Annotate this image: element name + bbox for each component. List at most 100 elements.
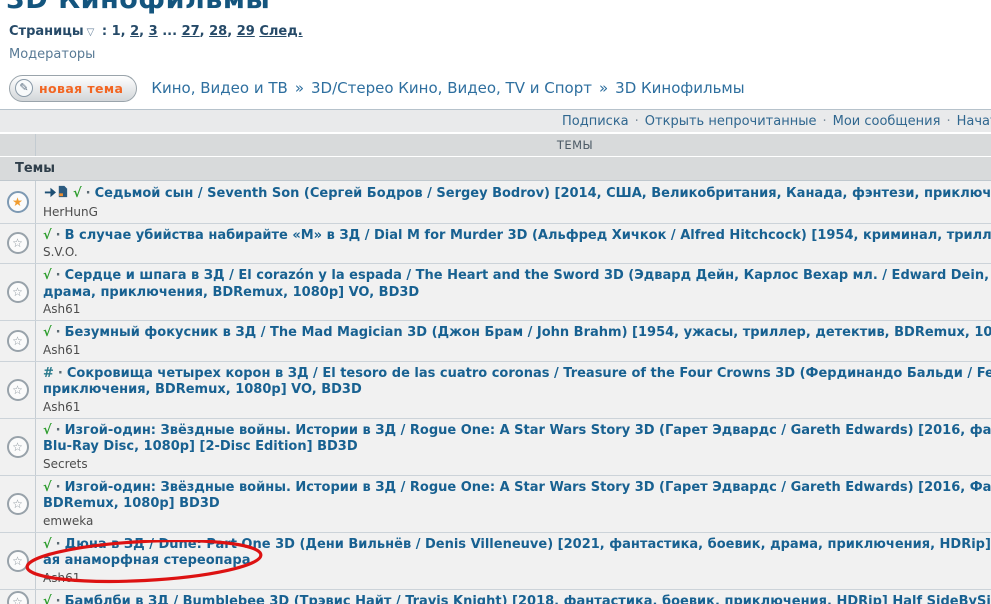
dot-separator: · — [55, 479, 61, 495]
star-glyph: ★ — [12, 194, 23, 209]
topic-list: ★ √ · Седьмой сын / Seventh Son (Сергей Бо… — [0, 181, 991, 604]
topic-status-cell: ☆ — [0, 475, 36, 532]
topic-title-link-line2[interactable]: ая анаморфная стереопара — [43, 553, 251, 568]
pages-dropdown-icon[interactable]: ▽ — [87, 27, 95, 38]
topic-title-link[interactable]: Дюна в ЗД / Dune: Part One 3D (Дени Виль… — [65, 537, 991, 552]
topic-title-link[interactable]: В случае убийства набирайте «М» в ЗД / D… — [65, 228, 991, 243]
breadcrumb: Кино, Видео и ТВ » 3D/Стерео Кино, Видео, … — [151, 79, 744, 97]
topic-title-link-line2[interactable]: приключения, BDRemux, 1080p] VO, BD3D — [43, 382, 362, 397]
current-page: 1 — [111, 24, 121, 39]
table-row: ☆ √ · Сердце и шпага в ЗД / El corazón y l… — [0, 264, 991, 321]
topic-title-line1: √ · Бамблби в ЗД / Bumblebee 3D (Трэвис На… — [43, 594, 991, 604]
table-row: ★ √ · Седьмой сын / Seventh Son (Сергей Бо… — [0, 181, 991, 224]
topic-author: Ash61 — [43, 399, 81, 414]
topic-prefix-mark: √ — [43, 268, 52, 283]
quick-link-2[interactable]: Мои сообщения — [833, 114, 941, 129]
topic-star-icon[interactable]: ☆ — [6, 329, 29, 352]
topic-title-link-line2[interactable]: BDRemux, 1080p] BD3D — [43, 496, 220, 511]
topic-title-line2: приключения, BDRemux, 1080p] VO, BD3D — [43, 382, 991, 399]
forum-page: 3D Кинофильмы Страницы▽ : 1, 2, 3 ... 27… — [0, 0, 991, 604]
star-glyph: ☆ — [12, 496, 23, 511]
pagination: Страницы ▽ : 1, 2, 3 ... 27, 28, 29 След. — [9, 24, 991, 39]
topic-status-cell: ☆ — [0, 418, 36, 475]
topic-star-icon[interactable]: ☆ — [6, 281, 29, 303]
quick-links-bar: Подписка · Открыть непрочитанные · Мои сообщ… — [0, 110, 991, 134]
topic-star-icon[interactable]: ☆ — [6, 435, 29, 458]
separator: · — [822, 114, 827, 129]
topic-star-icon[interactable]: ☆ — [6, 590, 29, 604]
breadcrumb-link-1[interactable]: 3D/Стерео Кино, Видео, TV и Спорт — [311, 79, 592, 97]
topic-title-line1: # · Сокровища четырех корон в ЗД / El teso… — [43, 366, 991, 383]
star-glyph: ☆ — [12, 236, 23, 251]
table-row: ☆ √ · Безумный фокусник в ЗД / The Mad Mag… — [0, 321, 991, 362]
page-link[interactable]: 27 — [182, 24, 200, 39]
new-topic-button[interactable]: ✎ новая тема — [9, 74, 138, 102]
separator: , — [227, 24, 237, 39]
moderators-link[interactable]: Модераторы — [9, 47, 95, 62]
star-glyph: ☆ — [12, 594, 23, 604]
page-link[interactable]: 28 — [209, 24, 227, 39]
topic-title-link-line2[interactable]: драма, приключения, BDRemux, 1080p] VO, … — [43, 285, 419, 300]
topic-star-icon[interactable]: ★ — [6, 190, 29, 213]
topic-title-line1: √ · Седьмой сын / Seventh Son (Сергей Бодр… — [43, 185, 991, 204]
topic-title-line2: BDRemux, 1080p] BD3D — [43, 496, 991, 513]
topic-prefix-mark: √ — [43, 593, 52, 604]
topic-star-icon[interactable]: ☆ — [6, 378, 29, 401]
quick-link-1[interactable]: Открыть непрочитанные — [645, 114, 817, 129]
star-glyph: ☆ — [12, 553, 23, 568]
page-link[interactable]: 3 — [149, 24, 158, 39]
topic-status-cell: ☆ — [0, 589, 36, 604]
topic-prefix-mark: √ — [43, 227, 52, 243]
quick-link-0[interactable]: Подписка — [562, 114, 629, 129]
dot-separator: · — [55, 593, 61, 604]
topic-title-line1: √ · Изгой-один: Звёздные войны. Истории в … — [43, 480, 991, 497]
star-glyph: ☆ — [12, 333, 23, 348]
topic-star-icon[interactable]: ☆ — [6, 492, 29, 515]
column-header-topics: Темы — [0, 157, 991, 181]
quick-link-3[interactable]: Начатые — [957, 114, 991, 129]
dot-separator: · — [85, 186, 91, 201]
topic-title-link[interactable]: Бамблби в ЗД / Bumblebee 3D (Трэвис Найт… — [65, 594, 991, 604]
table-row: ☆ √ · Дюна в ЗД / Dune: Part One 3D (Дени … — [0, 532, 991, 590]
page-links: 1, 2, 3 ... 27, 28, 29 След. — [112, 24, 303, 39]
topic-prefix-mark: √ — [43, 422, 52, 438]
topic-title-line1: √ · В случае убийства набирайте «М» в ЗД /… — [43, 228, 991, 245]
topic-title-link[interactable]: Изгой-один: Звёздные войны. Истории в ЗД… — [65, 423, 991, 438]
star-glyph: ☆ — [12, 285, 23, 299]
page-link[interactable]: След. — [259, 24, 302, 39]
breadcrumb-link-2[interactable]: 3D Кинофильмы — [615, 79, 744, 97]
dot-separator: · — [55, 227, 61, 243]
table-row: ☆ √ · В случае убийства набирайте «М» в ЗД… — [0, 223, 991, 264]
topic-star-icon[interactable]: ☆ — [6, 232, 29, 255]
topic-author: Ash61 — [43, 342, 81, 357]
new-topic-pencil-icon: ✎ — [15, 79, 33, 97]
page-title-clip: 3D Кинофильмы — [0, 0, 991, 15]
separator: · — [946, 114, 951, 129]
topic-title-link[interactable]: Седьмой сын / Seventh Son (Сергей Бодров… — [95, 186, 991, 201]
topic-title-link[interactable]: Безумный фокусник в ЗД / The Mad Magicia… — [65, 325, 991, 340]
new-topic-label: новая тема — [39, 80, 124, 96]
topic-title-link-line2[interactable]: Blu-Ray Disc, 1080p] [2-Disc Edition] BD… — [43, 439, 358, 454]
topic-prefix-mark: # — [43, 365, 54, 381]
table-row: ☆ √ · Изгой-один: Звёздные войны. Истории … — [0, 475, 991, 533]
topic-title-line1: √ · Безумный фокусник в ЗД / The Mad Magic… — [43, 325, 991, 342]
topic-title-link[interactable]: Изгой-один: Звёздные войны. Истории в ЗД… — [65, 480, 991, 495]
table-row: ☆ √ · Изгой-один: Звёздные войны. Истории … — [0, 418, 991, 476]
topic-title-line2: ая анаморфная стереопара — [43, 553, 991, 570]
table-row: ☆ √ · Бамблби в ЗД / Bumblebee 3D (Трэвис … — [0, 589, 991, 604]
topic-title-line1: √ · Изгой-один: Звёздные войны. Истории в … — [43, 423, 991, 440]
page-link[interactable]: 29 — [237, 24, 255, 39]
breadcrumb-link-0[interactable]: Кино, Видео и ТВ — [151, 79, 287, 97]
topic-author: S.V.O. — [43, 245, 78, 259]
topic-status-cell: ★ — [0, 181, 36, 223]
dot-separator: · — [57, 365, 63, 381]
separator: , — [139, 24, 149, 39]
star-glyph: ☆ — [12, 382, 23, 397]
topic-title-link[interactable]: Сердце и шпага в ЗД / El corazón y la es… — [65, 268, 991, 283]
page-link[interactable]: 2 — [130, 24, 139, 39]
topic-star-icon[interactable]: ☆ — [6, 549, 29, 572]
topic-title-link[interactable]: Сокровища четырех корон в ЗД / El tesoro… — [67, 366, 991, 381]
moderators-row: Модераторы — [9, 47, 991, 62]
topic-prefix-mark: √ — [43, 536, 52, 552]
separator: , — [120, 24, 131, 39]
